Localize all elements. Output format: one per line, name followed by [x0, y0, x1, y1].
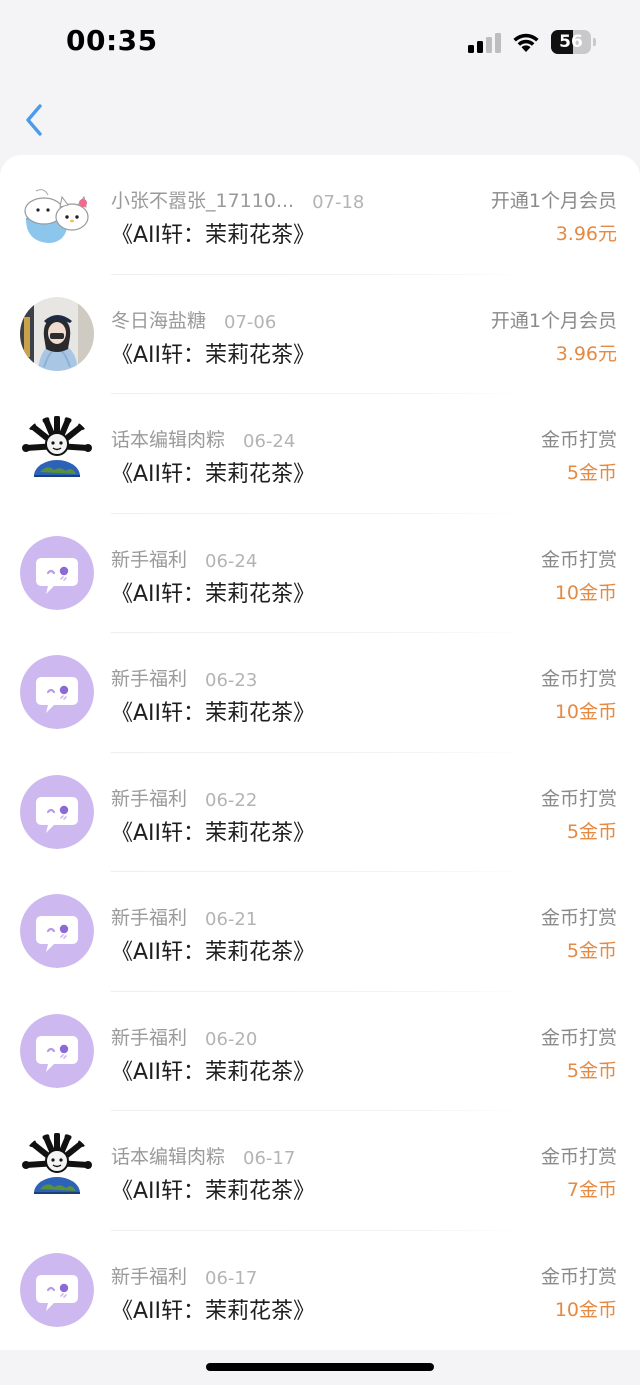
record-type: 开通1个月会员 [490, 309, 617, 332]
record-date: 06-22 [205, 789, 258, 811]
sender-name: 新手福利 [111, 668, 188, 690]
wifi-icon [513, 33, 539, 52]
book-title: 《AII轩：茉莉花茶》 [111, 342, 316, 368]
record-amount: 3.96元 [555, 342, 617, 365]
record-date: 06-17 [243, 1148, 296, 1169]
book-title: 《AII轩：茉莉花茶》 [111, 1298, 316, 1324]
record-type: 金币打赏 [540, 1146, 617, 1168]
chat-bubble-avatar[interactable] [20, 1013, 94, 1088]
chat-bubble-avatar[interactable] [20, 894, 94, 968]
list-item[interactable]: 新手福利 06-22 《AII轩：茉莉花茶》 金币打赏 5金币 [0, 753, 640, 872]
list-item[interactable]: 话本编辑肉粽 06-24 《AII轩：茉莉花茶》 金币打赏 5金币 [0, 394, 640, 514]
meta-line: 小张不嚣张_17110... 07-18 [111, 186, 364, 213]
record-type: 金币打赏 [540, 907, 617, 929]
sender-name: 新手福利 [111, 787, 188, 810]
record-amount: 10金币 [554, 581, 617, 604]
chat-bubble-avatar[interactable] [20, 535, 94, 610]
status-bar: 00:35 56 [0, 0, 640, 80]
book-title: 《AII轩：茉莉花茶》 [111, 581, 316, 607]
navigation-bar [0, 80, 640, 155]
sender-name: 话本编辑肉粽 [111, 1146, 226, 1168]
list-item[interactable]: 新手福利 06-23 《AII轩：茉莉花茶》 金币打赏 10金币 [0, 633, 640, 753]
record-type: 金币打赏 [540, 787, 617, 810]
meta-line: 话本编辑肉粽 06-17 [111, 1142, 295, 1169]
record-amount: 5金币 [566, 462, 617, 484]
status-time: 00:35 [66, 24, 158, 57]
globe-cartoon-avatar[interactable] [20, 416, 94, 490]
record-amount: 3.96元 [555, 223, 617, 245]
sender-name: 小张不嚣张_17110... [111, 190, 295, 212]
list-item[interactable]: 新手福利 06-20 《AII轩：茉莉花茶》 金币打赏 5金币 [0, 992, 640, 1111]
record-date: 07-06 [224, 311, 277, 333]
record-type: 金币打赏 [540, 548, 617, 571]
globe-cartoon-avatar[interactable] [20, 1133, 94, 1207]
battery-body: 56 [551, 30, 591, 54]
home-indicator[interactable] [206, 1363, 434, 1371]
battery-cap [593, 38, 596, 46]
hello-kitty-avatar[interactable] [20, 177, 94, 251]
list-item[interactable]: 新手福利 06-24 《AII轩：茉莉花茶》 金币打赏 10金币 [0, 514, 640, 633]
chat-bubble-avatar[interactable] [20, 1252, 94, 1327]
record-amount: 10金币 [554, 1298, 617, 1321]
battery-percentage: 56 [559, 32, 583, 52]
record-amount: 5金币 [566, 820, 617, 843]
record-amount: 10金币 [554, 701, 617, 723]
book-title: 《AII轩：茉莉花茶》 [111, 940, 316, 965]
page: 00:35 56 小张不嚣张_17110... 07-18 《AII轩：茉莉花茶… [0, 0, 640, 1385]
sender-name: 话本编辑肉粽 [111, 429, 226, 451]
list-item[interactable]: 新手福利 06-17 《AII轩：茉莉花茶》 金币打赏 10金币 [0, 1231, 640, 1351]
meta-line: 冬日海盐糖 07-06 [111, 306, 276, 333]
record-type: 开通1个月会员 [490, 190, 617, 212]
book-title: 《AII轩：茉莉花茶》 [111, 462, 316, 487]
meta-line: 新手福利 06-23 [111, 664, 257, 691]
record-type: 金币打赏 [540, 429, 617, 451]
record-type: 金币打赏 [540, 1265, 617, 1288]
record-amount: 5金币 [566, 940, 617, 962]
record-amount: 5金币 [566, 1059, 617, 1082]
sender-name: 新手福利 [111, 1265, 188, 1288]
chat-bubble-avatar[interactable] [20, 655, 94, 729]
list-item[interactable]: 小张不嚣张_17110... 07-18 《AII轩：茉莉花茶》 开通1个月会员 … [0, 155, 640, 275]
record-date: 06-24 [205, 550, 258, 572]
book-title: 《AII轩：茉莉花茶》 [111, 701, 316, 726]
record-date: 06-20 [205, 1028, 258, 1050]
income-record-list: 小张不嚣张_17110... 07-18 《AII轩：茉莉花茶》 开通1个月会员 … [0, 155, 640, 1350]
meta-line: 话本编辑肉粽 06-24 [111, 425, 295, 452]
record-type: 金币打赏 [540, 668, 617, 690]
cellular-signal-icon [468, 33, 501, 53]
list-item[interactable]: 话本编辑肉粽 06-17 《AII轩：茉莉花茶》 金币打赏 7金币 [0, 1111, 640, 1231]
book-title: 《AII轩：茉莉花茶》 [111, 820, 316, 846]
record-amount: 7金币 [566, 1179, 617, 1201]
meta-line: 新手福利 06-24 [111, 545, 257, 572]
sender-name: 新手福利 [111, 907, 188, 929]
bottom-safe-area [0, 1350, 640, 1385]
book-title: 《AII轩：茉莉花茶》 [111, 223, 316, 248]
record-date: 06-17 [205, 1267, 258, 1289]
chevron-left-icon [26, 104, 42, 136]
list-item[interactable]: 冬日海盐糖 07-06 《AII轩：茉莉花茶》 开通1个月会员 3.96元 [0, 275, 640, 394]
sender-name: 新手福利 [111, 548, 188, 571]
book-title: 《AII轩：茉莉花茶》 [111, 1059, 316, 1085]
record-date: 06-24 [243, 431, 296, 452]
battery-indicator: 56 [551, 30, 597, 54]
record-date: 06-21 [205, 909, 258, 930]
sender-name: 新手福利 [111, 1026, 188, 1049]
record-date: 07-18 [312, 192, 365, 213]
meta-line: 新手福利 06-22 [111, 784, 257, 811]
meta-line: 新手福利 06-17 [111, 1262, 257, 1289]
record-date: 06-23 [205, 670, 258, 691]
back-button[interactable] [16, 98, 56, 142]
meta-line: 新手福利 06-20 [111, 1023, 257, 1050]
sender-name: 冬日海盐糖 [111, 309, 207, 332]
book-title: 《AII轩：茉莉花茶》 [111, 1179, 316, 1204]
portrait-photo-avatar[interactable] [20, 296, 94, 371]
list-item[interactable]: 新手福利 06-21 《AII轩：茉莉花茶》 金币打赏 5金币 [0, 872, 640, 992]
chat-bubble-avatar[interactable] [20, 774, 94, 849]
meta-line: 新手福利 06-21 [111, 903, 257, 930]
record-type: 金币打赏 [540, 1026, 617, 1049]
